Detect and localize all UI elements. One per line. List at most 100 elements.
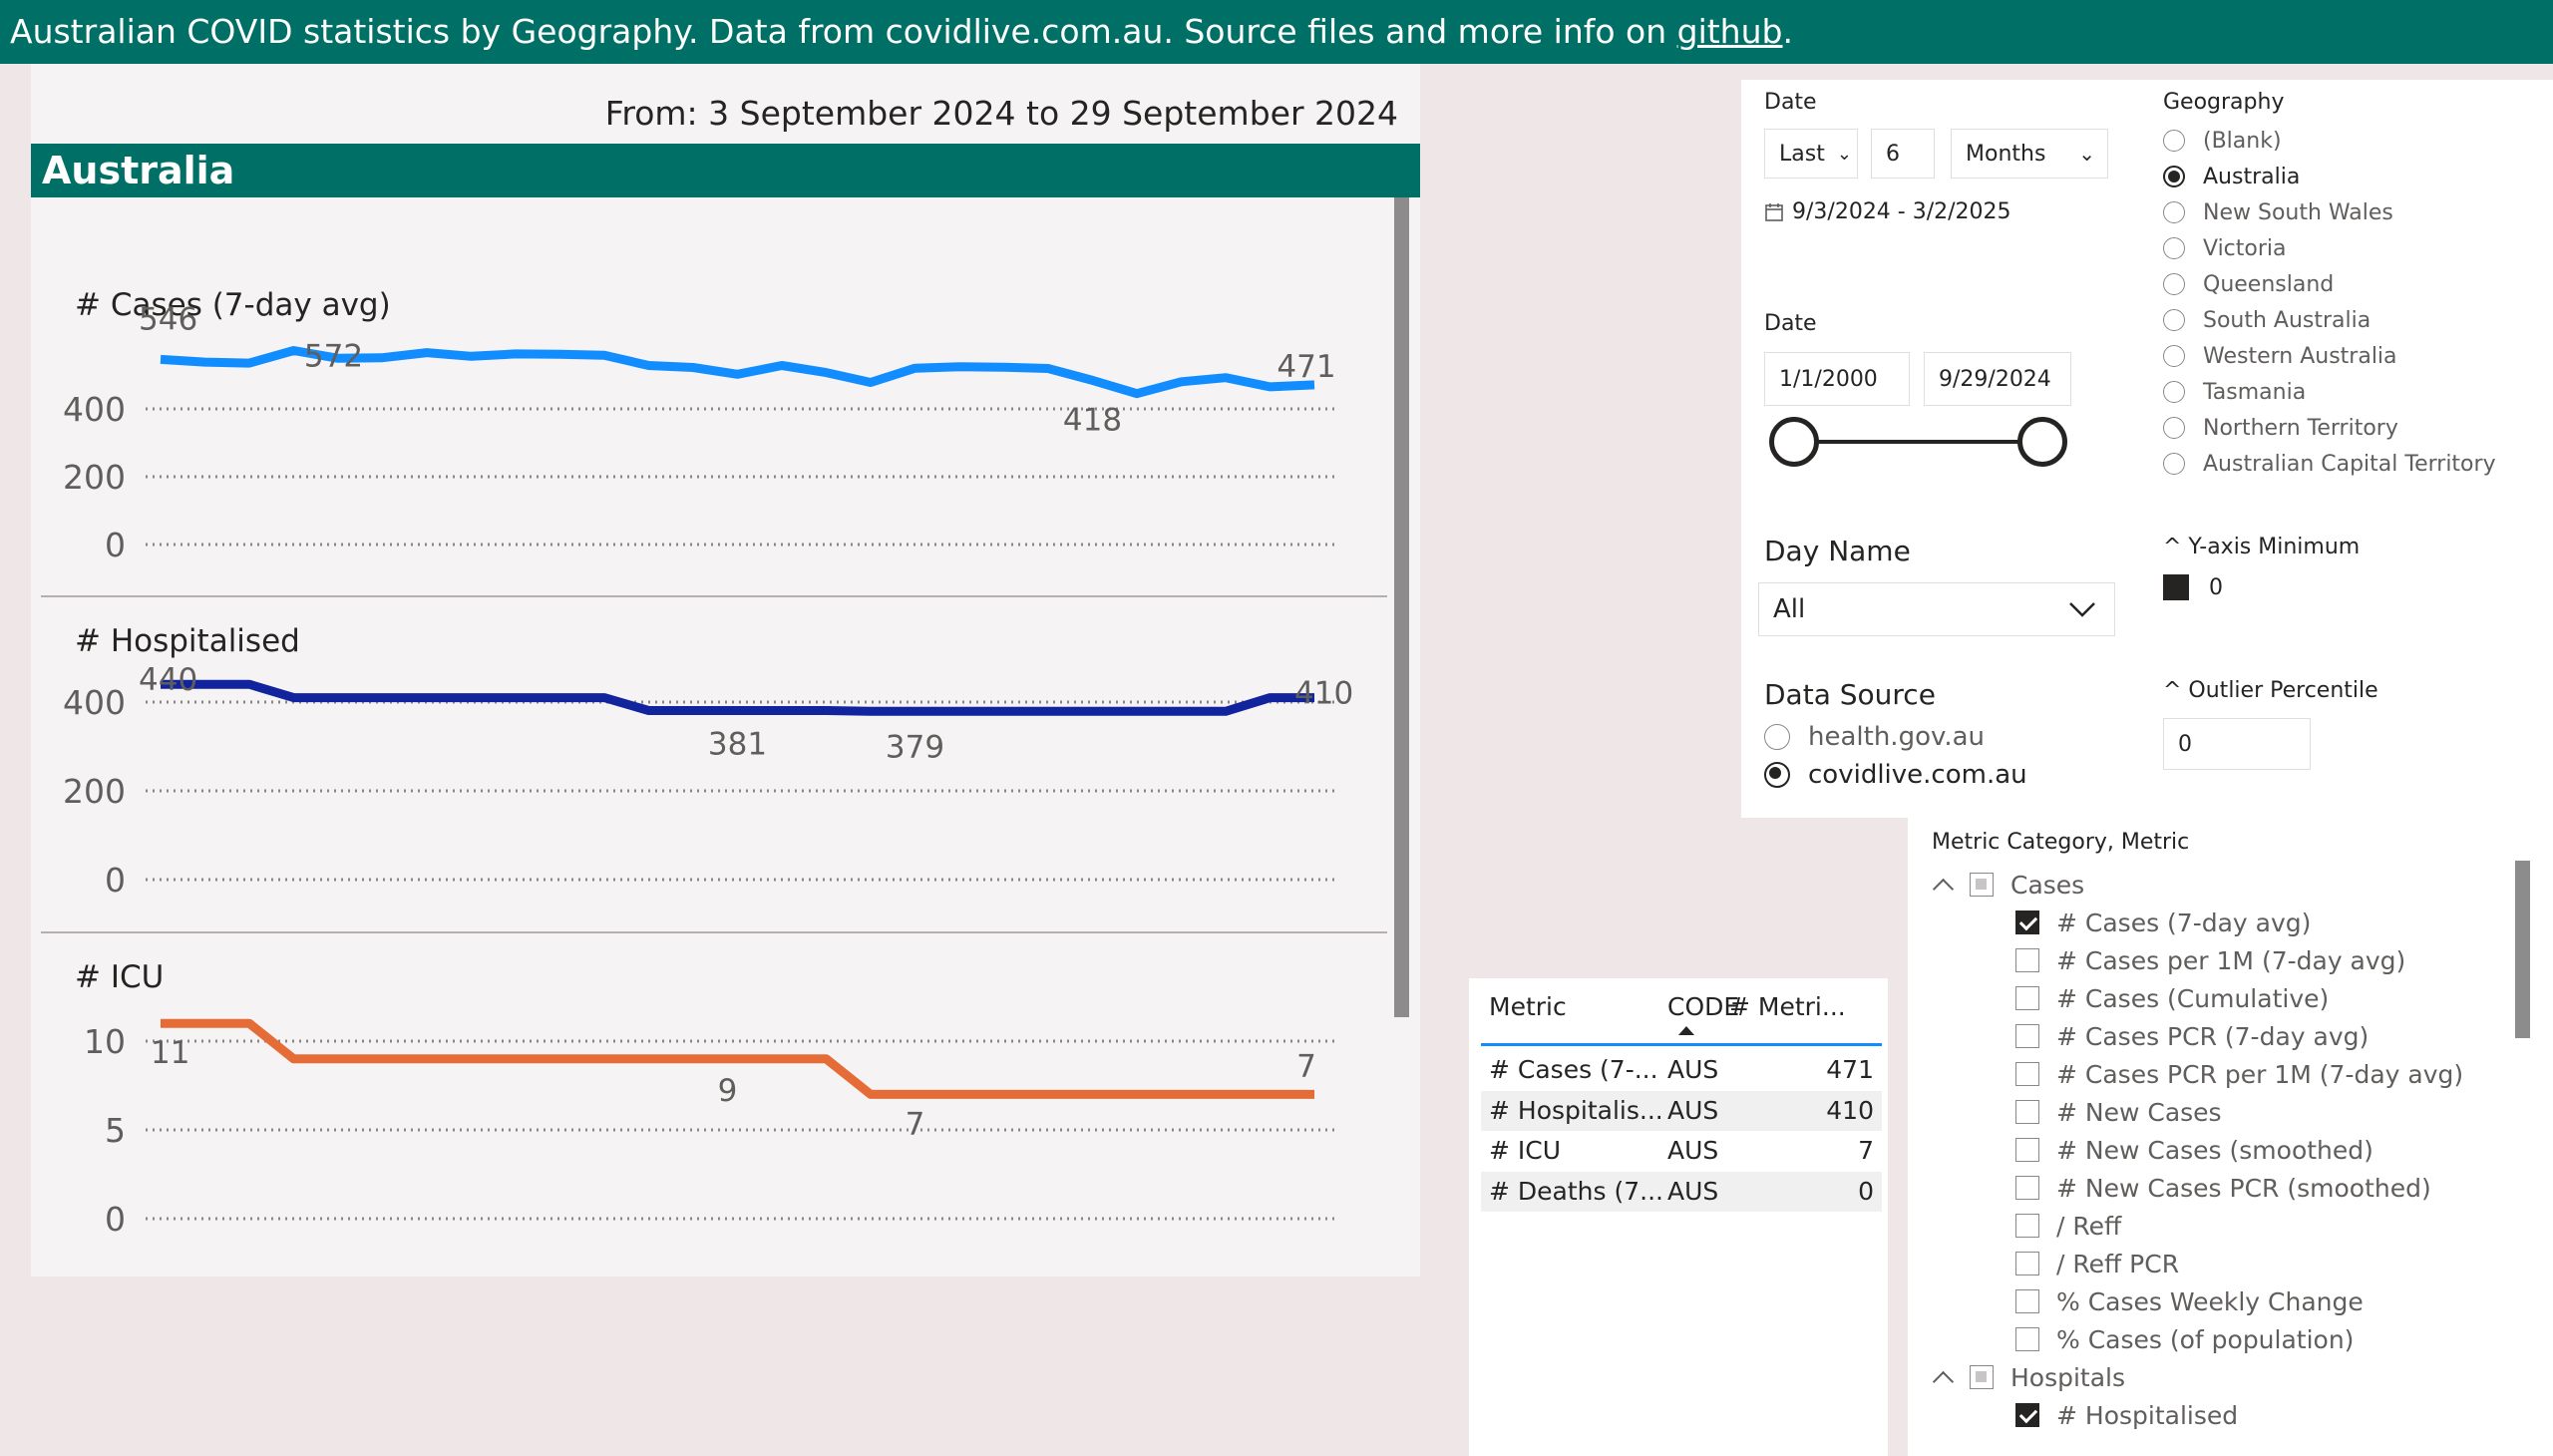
- end-date-input[interactable]: 9/29/2024: [1924, 352, 2071, 406]
- metric-item[interactable]: # Cases PCR (7-day avg): [2015, 1017, 2369, 1055]
- y-axis-min-control[interactable]: 0: [2163, 574, 2223, 600]
- checkbox[interactable]: [2015, 948, 2039, 972]
- cell-code: AUS: [1667, 1136, 1719, 1165]
- date-range-slicer-title: Date: [1764, 311, 1817, 336]
- radio-button[interactable]: [2163, 309, 2185, 331]
- metric-group[interactable]: Cases: [1928, 866, 2084, 904]
- cell-value: 0: [1858, 1176, 1874, 1206]
- geography-option[interactable]: (Blank): [2163, 123, 2496, 159]
- y-tick-label: 5: [105, 1111, 126, 1150]
- date-slider-track: [1796, 440, 2040, 444]
- cell-metric: # Deaths (7...: [1489, 1176, 1663, 1206]
- series-line: [161, 1018, 1314, 1099]
- geography-option[interactable]: Victoria: [2163, 230, 2496, 266]
- metric-item[interactable]: % Cases (of population): [2015, 1320, 2354, 1358]
- checkbox-checked[interactable]: [2015, 910, 2039, 934]
- end-date-value: 9/29/2024: [1939, 366, 2051, 392]
- metric-item[interactable]: # Cases per 1M (7-day avg): [2015, 941, 2405, 979]
- banner-text: Australian COVID statistics by Geography…: [10, 12, 1677, 51]
- radio-button[interactable]: [2163, 453, 2185, 475]
- group-checkbox[interactable]: [1970, 1365, 1994, 1389]
- data-source-option-health[interactable]: health.gov.au: [1764, 718, 2027, 756]
- chart-title: # ICU: [75, 959, 164, 995]
- start-date-input[interactable]: 1/1/2000: [1764, 352, 1910, 406]
- metric-item[interactable]: # New Cases PCR (smoothed): [2015, 1169, 2431, 1207]
- checkbox[interactable]: [2015, 1024, 2039, 1048]
- metric-item[interactable]: # Hospitalised: [2015, 1396, 2238, 1434]
- radio-button[interactable]: [2163, 381, 2185, 403]
- radio-button-selected[interactable]: [1764, 762, 1790, 788]
- outlier-value: 0: [2178, 731, 2192, 757]
- cell-metric: # Hospitalis...: [1489, 1095, 1663, 1125]
- radio-button[interactable]: [2163, 130, 2185, 152]
- table-row[interactable]: # Deaths (7... AUS 0: [1481, 1171, 1882, 1212]
- table-row[interactable]: # ICU AUS 7: [1481, 1131, 1882, 1171]
- geography-option-label: Victoria: [2203, 235, 2287, 261]
- metric-slicer-title: Metric Category, Metric: [1932, 830, 2190, 855]
- geography-option[interactable]: New South Wales: [2163, 194, 2496, 230]
- geography-option[interactable]: South Australia: [2163, 302, 2496, 338]
- metric-item[interactable]: # New Cases: [2015, 1093, 2222, 1131]
- date-slider-start-handle[interactable]: [1769, 417, 1819, 467]
- day-name-dropdown[interactable]: All: [1758, 582, 2115, 636]
- geography-option[interactable]: Tasmania: [2163, 374, 2496, 410]
- metric-item[interactable]: / Reff PCR: [2015, 1245, 2179, 1282]
- checkbox[interactable]: [2015, 1289, 2039, 1313]
- radio-button[interactable]: [2163, 345, 2185, 367]
- radio-button[interactable]: [2163, 201, 2185, 223]
- checkbox[interactable]: [2015, 1100, 2039, 1124]
- relative-unit-dropdown[interactable]: Months ⌄: [1951, 129, 2108, 179]
- group-checkbox[interactable]: [1970, 873, 1994, 897]
- metric-item-label: # Cases (7-day avg): [2056, 908, 2312, 937]
- radio-button[interactable]: [2163, 273, 2185, 295]
- checkbox[interactable]: [2015, 1062, 2039, 1086]
- geography-option[interactable]: Australia: [2163, 159, 2496, 194]
- metric-item[interactable]: # Cases (Cumulative): [2015, 979, 2329, 1017]
- geography-option[interactable]: Queensland: [2163, 266, 2496, 302]
- cell-metric: # ICU: [1489, 1136, 1562, 1165]
- table-row[interactable]: # Hospitalis... AUS 410: [1481, 1090, 1882, 1131]
- radio-button[interactable]: [2163, 417, 2185, 439]
- header-metric-value[interactable]: # Metri...: [1729, 992, 1846, 1021]
- metric-item[interactable]: % Cases Weekly Change: [2015, 1282, 2364, 1320]
- checkbox[interactable]: [2015, 1327, 2039, 1351]
- radio-button[interactable]: [2163, 237, 2185, 259]
- checkbox[interactable]: [2015, 1252, 2039, 1275]
- checkbox-checked[interactable]: [2015, 1403, 2039, 1427]
- checkbox[interactable]: [2015, 1176, 2039, 1200]
- radio-button[interactable]: [1764, 724, 1790, 750]
- relative-count-input[interactable]: 6: [1871, 129, 1935, 179]
- date-slider-end-handle[interactable]: [2017, 417, 2067, 467]
- chevron-up-icon[interactable]: [1928, 1365, 1958, 1389]
- header-metric[interactable]: Metric: [1489, 992, 1567, 1021]
- checkbox[interactable]: [2015, 986, 2039, 1010]
- chevron-up-icon[interactable]: [1928, 873, 1958, 897]
- cell-metric: # Cases (7-...: [1489, 1055, 1658, 1084]
- metric-item-label: % Cases Weekly Change: [2056, 1286, 2364, 1316]
- cell-code: AUS: [1667, 1095, 1719, 1125]
- relative-mode-dropdown[interactable]: Last ⌄: [1764, 129, 1858, 179]
- top-banner: Australian COVID statistics by Geography…: [0, 0, 2553, 64]
- geography-option[interactable]: Northern Territory: [2163, 410, 2496, 446]
- chart-scrollbar[interactable]: [1394, 197, 1409, 1017]
- checkbox[interactable]: [2015, 1214, 2039, 1238]
- github-link[interactable]: github: [1677, 12, 1783, 51]
- chevron-down-icon: [2069, 602, 2095, 617]
- radio-button-selected[interactable]: [2163, 166, 2185, 187]
- metric-item[interactable]: / Reff: [2015, 1207, 2121, 1245]
- geography-option[interactable]: Australian Capital Territory: [2163, 446, 2496, 482]
- outlier-input[interactable]: 0: [2163, 718, 2311, 770]
- geography-option-label: Queensland: [2203, 271, 2335, 297]
- table-row[interactable]: # Cases (7-... AUS 471: [1481, 1050, 1882, 1090]
- data-label: 11: [151, 1035, 189, 1071]
- metric-scrollbar[interactable]: [2515, 861, 2530, 1038]
- metric-item[interactable]: # New Cases (smoothed): [2015, 1131, 2373, 1169]
- metric-group-label: Cases: [2010, 870, 2085, 900]
- metric-item[interactable]: # Cases PCR per 1M (7-day avg): [2015, 1055, 2463, 1093]
- y-axis-min-swatch[interactable]: [2163, 574, 2189, 600]
- data-source-option-covidlive[interactable]: covidlive.com.au: [1764, 756, 2027, 794]
- checkbox[interactable]: [2015, 1138, 2039, 1162]
- geography-option[interactable]: Western Australia: [2163, 338, 2496, 374]
- metric-group[interactable]: Hospitals: [1928, 1358, 2125, 1396]
- metric-item[interactable]: # Cases (7-day avg): [2015, 904, 2311, 941]
